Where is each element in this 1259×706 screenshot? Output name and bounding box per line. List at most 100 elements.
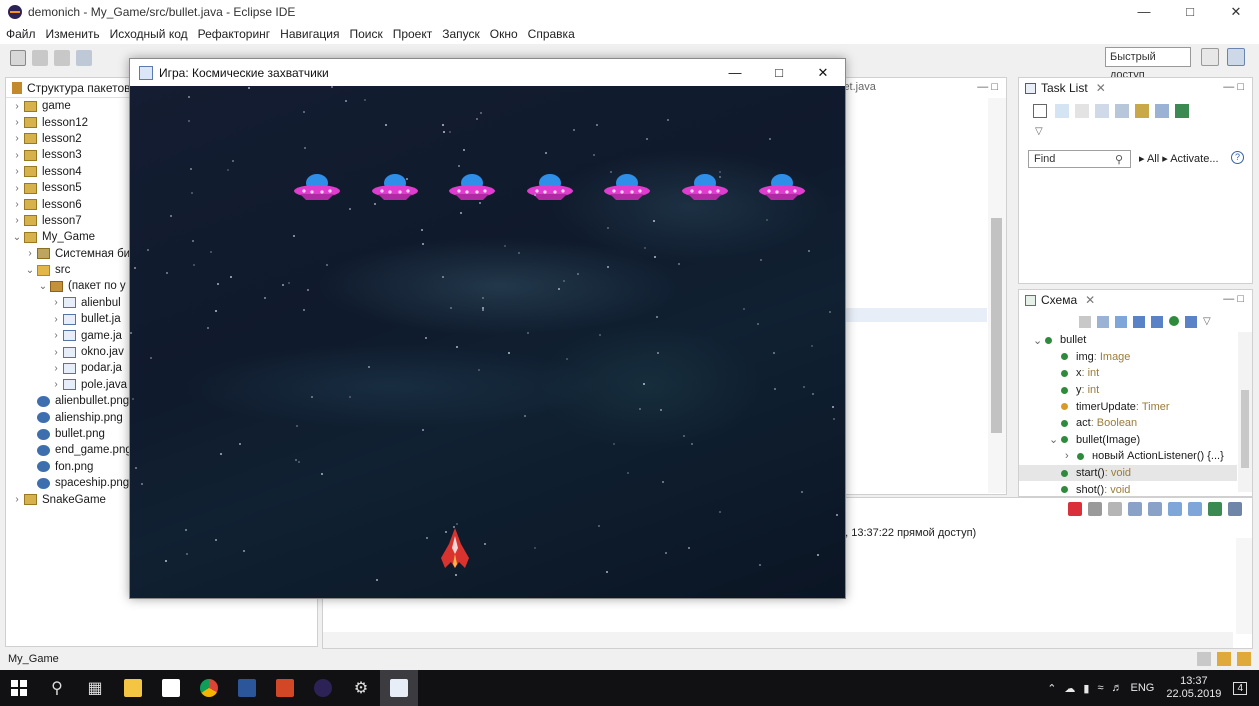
menu-item-help[interactable]: Справка: [528, 27, 575, 41]
menu-item-navigate[interactable]: Навигация: [280, 27, 339, 41]
task-list-title[interactable]: Task List: [1041, 81, 1088, 95]
menu-item-project[interactable]: Проект: [393, 27, 433, 41]
remove-launch-icon[interactable]: [1088, 502, 1102, 516]
language-indicator[interactable]: ENG: [1131, 682, 1155, 694]
outline-view-controls[interactable]: — □: [1223, 293, 1244, 305]
outline-title[interactable]: Схема: [1041, 293, 1077, 307]
java-perspective-icon[interactable]: [1227, 48, 1245, 66]
clock[interactable]: 13:37 22.05.2019: [1166, 675, 1221, 701]
outline-item[interactable]: start() : void: [1019, 464, 1237, 482]
outline-item[interactable]: ⌄ bullet(Image): [1019, 432, 1237, 449]
menu-item-file[interactable]: Файл: [6, 27, 36, 41]
chevron-right-icon[interactable]: ›: [12, 215, 22, 226]
view-menu-icon[interactable]: ▽: [1035, 126, 1043, 137]
notifications-icon[interactable]: 4: [1233, 681, 1247, 695]
console-vertical-scrollbar[interactable]: [1236, 538, 1252, 634]
progress-icon[interactable]: [1197, 652, 1211, 666]
minimize-icon[interactable]: —: [1121, 0, 1167, 24]
chevron-right-icon[interactable]: ›: [12, 117, 22, 128]
chevron-right-icon[interactable]: ›: [1065, 450, 1077, 462]
chevron-right-icon[interactable]: ›: [12, 150, 22, 161]
game-canvas[interactable]: [130, 86, 845, 598]
menu-item-source[interactable]: Исходный код: [110, 27, 188, 41]
hide-non-public-icon[interactable]: [1169, 316, 1179, 326]
chevron-right-icon[interactable]: ›: [51, 347, 61, 358]
tips-icon[interactable]: [1237, 652, 1251, 666]
eclipse-icon[interactable]: [304, 670, 342, 706]
menu-item-window[interactable]: Окно: [490, 27, 518, 41]
outline-item[interactable]: › новый ActionListener() {...}: [1019, 448, 1237, 465]
chevron-right-icon[interactable]: ›: [12, 183, 22, 194]
maximize-icon[interactable]: □: [757, 59, 801, 86]
outline-scrollbar[interactable]: [1238, 332, 1252, 492]
menu-item-refactor[interactable]: Рефакторинг: [198, 27, 271, 41]
sort-icon[interactable]: [1115, 316, 1127, 328]
task-view-icon[interactable]: ▦: [76, 670, 114, 706]
task-filter-links[interactable]: ▸ All ▸ Activate...: [1139, 152, 1219, 165]
scroll-lock-icon[interactable]: [1128, 502, 1142, 516]
package-explorer-title[interactable]: Структура пакетов: [27, 81, 131, 95]
open-perspective-icon[interactable]: [1201, 48, 1219, 66]
powerpoint-icon[interactable]: [266, 670, 304, 706]
outline-item[interactable]: act : Boolean: [1019, 415, 1237, 432]
chrome-icon[interactable]: [190, 670, 228, 706]
focus-icon[interactable]: [1135, 104, 1149, 118]
battery-icon[interactable]: ▮: [1083, 682, 1089, 695]
scheduled-icon[interactable]: [1075, 104, 1089, 118]
chevron-right-icon[interactable]: ›: [12, 133, 22, 144]
chevron-right-icon[interactable]: ›: [51, 379, 61, 390]
editor-scrollbar[interactable]: [988, 98, 1006, 493]
chevron-down-icon[interactable]: ⌄: [12, 232, 22, 243]
word-icon[interactable]: [228, 670, 266, 706]
view-menu-icon[interactable]: ▽: [1203, 316, 1211, 328]
chevron-right-icon[interactable]: ›: [51, 314, 61, 325]
chevron-down-icon[interactable]: ⌄: [38, 281, 48, 292]
chevron-right-icon[interactable]: ›: [51, 330, 61, 341]
chevron-down-icon[interactable]: ⌄: [1033, 334, 1045, 347]
menu-item-search[interactable]: Поиск: [349, 27, 382, 41]
terminate-icon[interactable]: [1068, 502, 1082, 516]
hide-fields-icon[interactable]: [1133, 316, 1145, 328]
cloud-icon[interactable]: ☁: [1064, 682, 1075, 695]
menu-item-edit[interactable]: Изменить: [46, 27, 100, 41]
volume-icon[interactable]: ♬: [1112, 682, 1123, 694]
new-file-icon[interactable]: [10, 50, 26, 66]
save-icon[interactable]: [32, 50, 48, 66]
open-console-icon[interactable]: [1208, 502, 1222, 516]
chevron-right-icon[interactable]: ›: [51, 297, 61, 308]
close-icon[interactable]: ✕: [1085, 293, 1095, 307]
close-icon[interactable]: ✕: [801, 59, 845, 86]
hide-completed-icon[interactable]: [1115, 104, 1129, 118]
synchronize-icon[interactable]: [1175, 104, 1189, 118]
display-console-icon[interactable]: [1188, 502, 1202, 516]
editor-scroll-thumb[interactable]: [991, 218, 1002, 433]
notes-icon[interactable]: [1217, 652, 1231, 666]
filter-icon[interactable]: [1095, 104, 1109, 118]
network-icon[interactable]: ≈: [1097, 682, 1103, 694]
word-wrap-icon[interactable]: [1148, 502, 1162, 516]
quick-access-input[interactable]: Быстрый доступ: [1105, 47, 1191, 81]
close-icon[interactable]: ✕: [1096, 81, 1106, 95]
outline-item[interactable]: timerUpdate : Timer: [1019, 398, 1237, 415]
pin-console-icon[interactable]: [1168, 502, 1182, 516]
java-app-icon[interactable]: [380, 670, 418, 706]
store-icon[interactable]: [152, 670, 190, 706]
chevron-down-icon[interactable]: ⌄: [25, 265, 35, 276]
chevron-right-icon[interactable]: ›: [12, 494, 22, 505]
menu-item-run[interactable]: Запуск: [442, 27, 480, 41]
new-task-icon[interactable]: [1033, 104, 1047, 118]
remove-all-icon[interactable]: [1108, 502, 1122, 516]
task-list-view-controls[interactable]: — □: [1223, 81, 1244, 93]
search-icon[interactable]: ⚲: [1115, 153, 1123, 166]
save-all-icon[interactable]: [54, 50, 70, 66]
editor-tab[interactable]: let.java: [841, 81, 876, 93]
chevron-down-icon[interactable]: ⌄: [1049, 433, 1061, 446]
minimize-icon[interactable]: —: [713, 59, 757, 86]
search-icon[interactable]: ⚲: [38, 670, 76, 706]
chevron-right-icon[interactable]: ›: [12, 199, 22, 210]
toggle-mark-icon[interactable]: [76, 50, 92, 66]
categorize-icon[interactable]: [1055, 104, 1069, 118]
chevron-right-icon[interactable]: ›: [12, 101, 22, 112]
editor-view-controls[interactable]: — □: [977, 81, 998, 93]
console-horizontal-scrollbar[interactable]: [323, 632, 1233, 648]
